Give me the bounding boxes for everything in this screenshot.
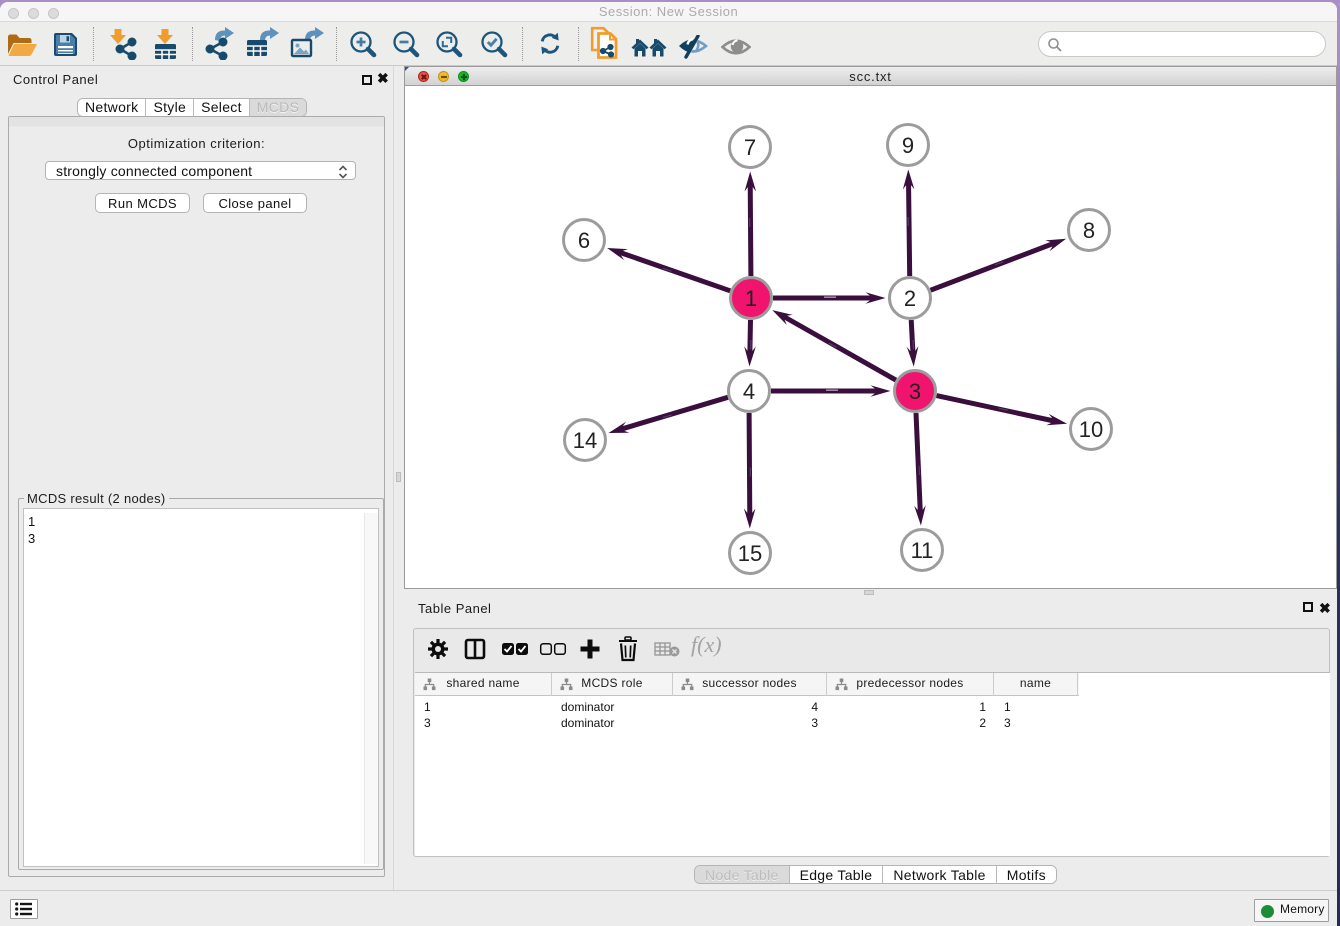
svg-text:11: 11 bbox=[911, 538, 934, 563]
svg-text:4: 4 bbox=[743, 379, 755, 404]
svg-text:15: 15 bbox=[738, 541, 762, 566]
svg-text:14: 14 bbox=[573, 428, 597, 453]
svg-text:9: 9 bbox=[902, 133, 914, 158]
svg-text:10: 10 bbox=[1079, 417, 1103, 442]
svg-text:1: 1 bbox=[745, 286, 757, 311]
svg-text:3: 3 bbox=[909, 379, 921, 404]
svg-text:2: 2 bbox=[904, 286, 916, 311]
svg-text:6: 6 bbox=[578, 228, 590, 253]
svg-text:8: 8 bbox=[1083, 218, 1095, 243]
svg-text:7: 7 bbox=[744, 135, 756, 160]
